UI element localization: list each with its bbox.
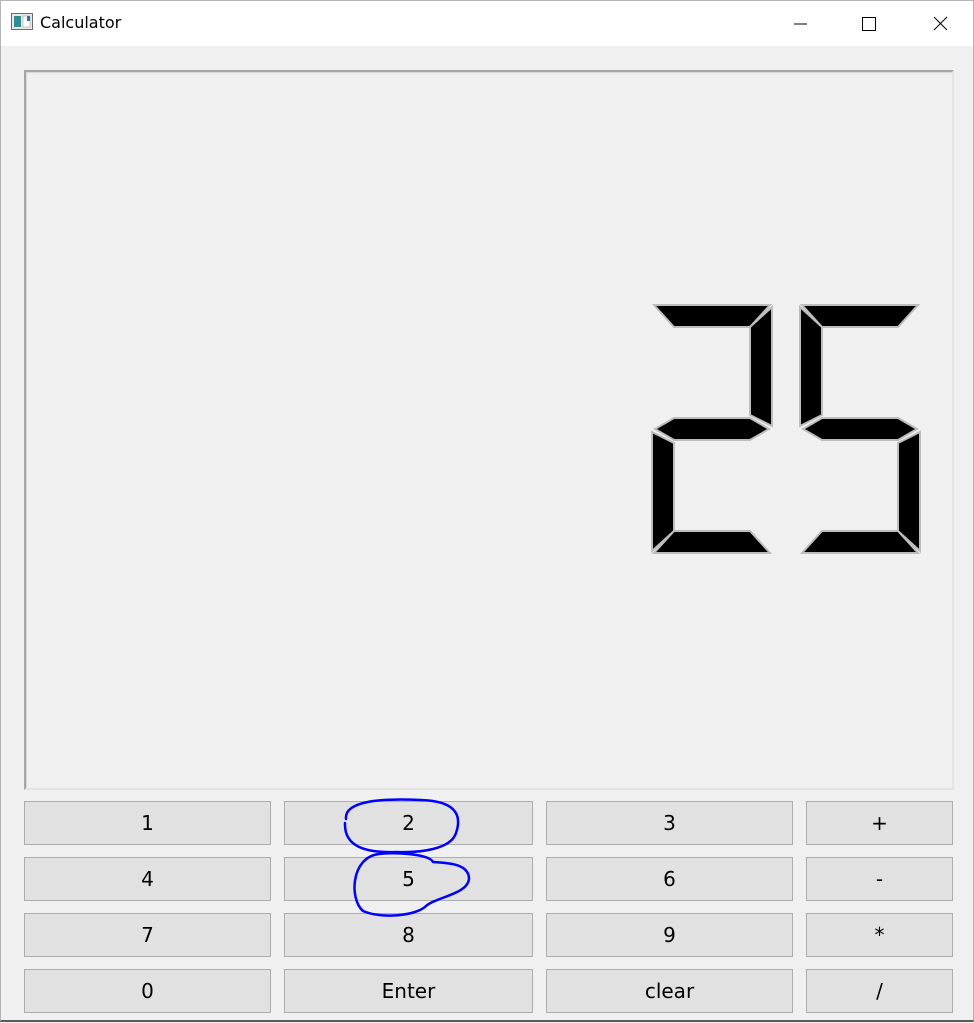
maximize-button[interactable]: [835, 1, 905, 46]
key-digit-7-button[interactable]: 7: [24, 913, 271, 957]
title-bar[interactable]: Calculator: [1, 1, 973, 46]
minimize-button[interactable]: [765, 1, 835, 46]
key-digit-6-button[interactable]: 6: [546, 857, 793, 901]
key-multiply-button[interactable]: *: [806, 913, 953, 957]
maximize-icon: [862, 17, 876, 31]
lcd-segment-d: [651, 530, 773, 554]
key-digit-9-button[interactable]: 9: [546, 913, 793, 957]
lcd-segment-d: [799, 530, 921, 554]
key-digit-3-button[interactable]: 3: [546, 801, 793, 845]
app-window-icon: [11, 13, 33, 30]
lcd-segment-g: [653, 417, 771, 441]
key-digit-0-button[interactable]: 0: [24, 969, 271, 1013]
lcd-display: 25: [24, 70, 954, 790]
key-divide-button[interactable]: /: [806, 969, 953, 1013]
lcd-segment-f: [799, 304, 823, 428]
lcd-digit: [651, 304, 773, 554]
lcd-segment-b: [749, 304, 773, 428]
key-plus-button[interactable]: +: [806, 801, 953, 845]
calculator-window: Calculator 25 123 +456- 789 * 0 Enter clear /: [0, 0, 974, 1022]
key-clear-button[interactable]: clear: [546, 969, 793, 1013]
close-icon: [933, 16, 948, 31]
lcd-digit: [799, 304, 921, 554]
minimize-icon: [794, 23, 807, 25]
window-title: Calculator: [40, 13, 122, 32]
lcd-segment-g: [801, 417, 919, 441]
key-enter-button[interactable]: Enter: [284, 969, 533, 1013]
close-button[interactable]: [903, 1, 973, 46]
key-digit-8-button[interactable]: 8: [284, 913, 533, 957]
key-digit-4-button[interactable]: 4: [24, 857, 271, 901]
key-digit-5-button[interactable]: 5: [284, 857, 533, 901]
key-minus-button[interactable]: -: [806, 857, 953, 901]
key-digit-1-button[interactable]: 1: [24, 801, 271, 845]
lcd-digits: [651, 304, 921, 554]
key-digit-2-button[interactable]: 2: [284, 801, 533, 845]
